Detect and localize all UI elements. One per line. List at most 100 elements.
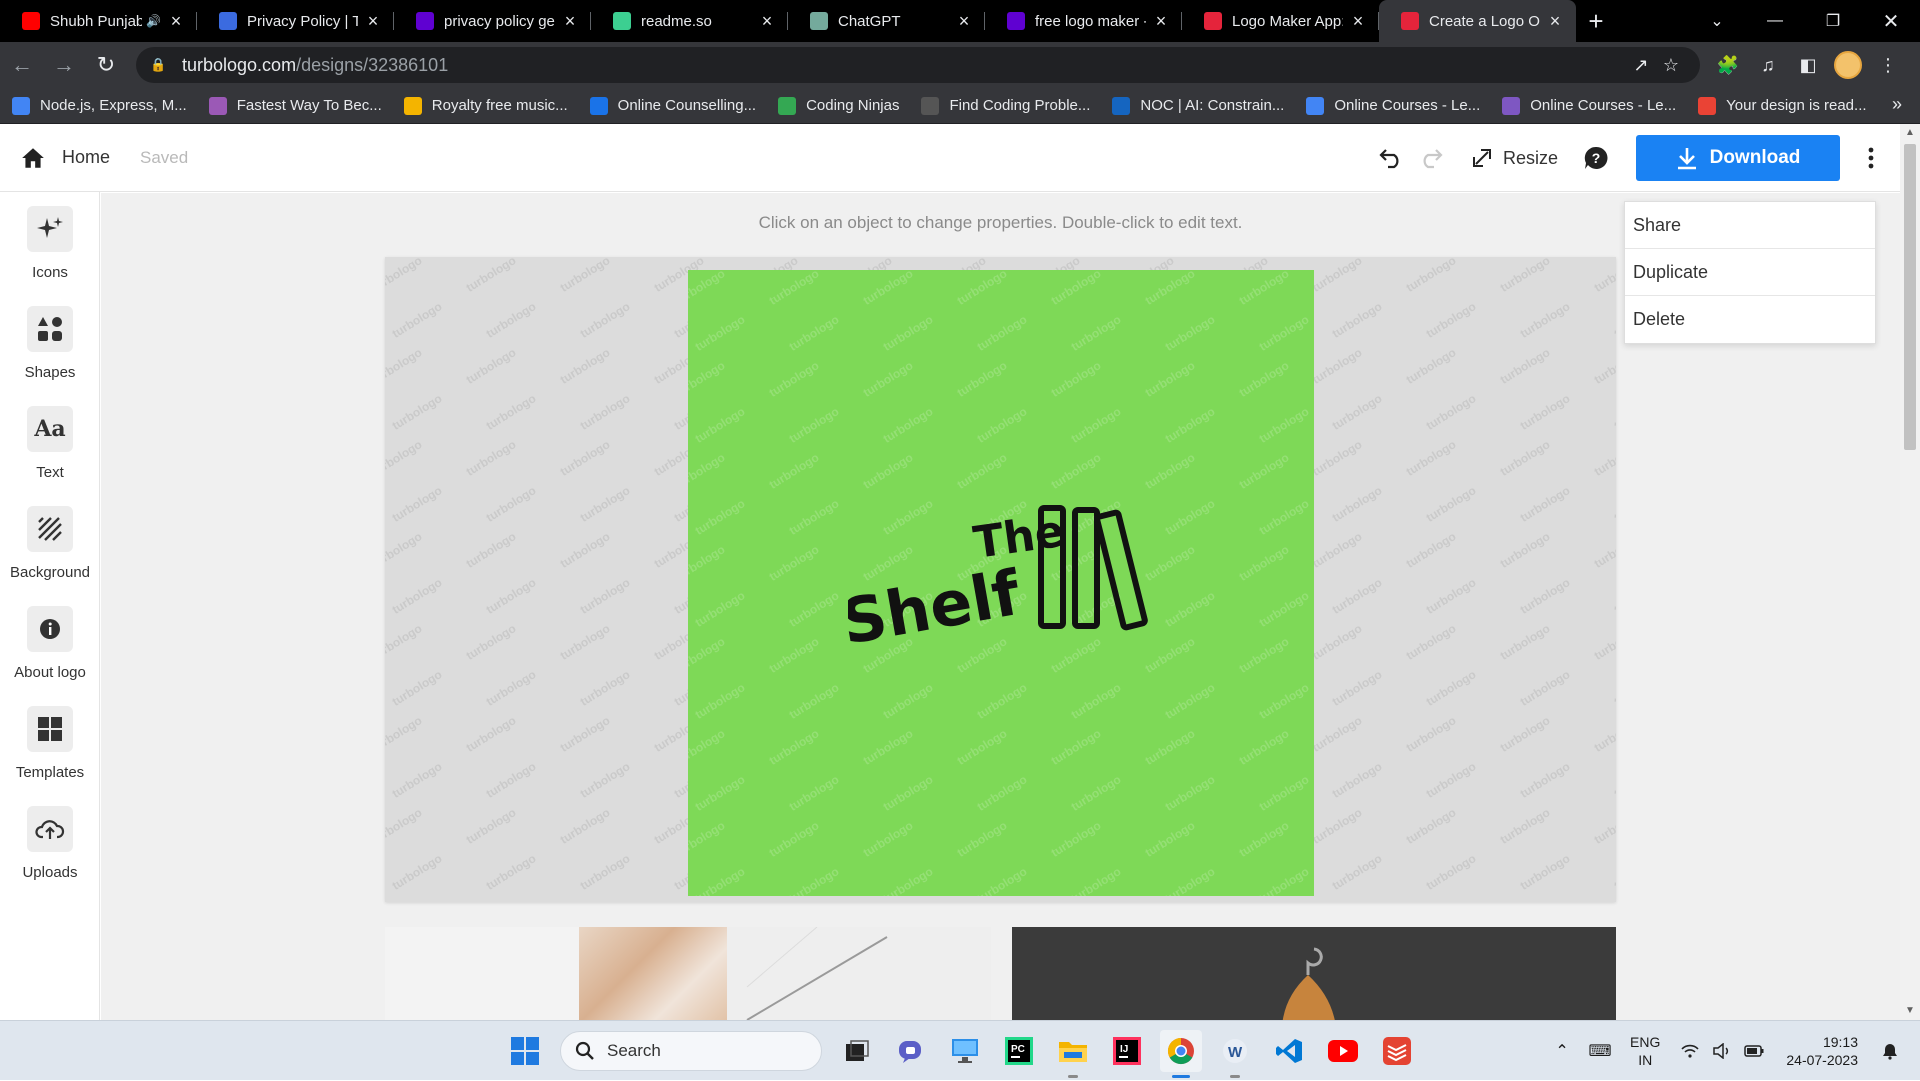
youtube-icon[interactable] <box>1322 1030 1364 1072</box>
url-text[interactable]: turbologo.com/designs/32386101 <box>182 55 1626 76</box>
browser-tab[interactable]: privacy policy ger × <box>394 0 591 42</box>
sidebar-item-shapes[interactable]: Shapes <box>0 306 100 392</box>
scroll-thumb[interactable] <box>1904 144 1916 450</box>
remote-desktop-icon[interactable] <box>944 1030 986 1072</box>
bookmark-item[interactable]: Fastest Way To Bec... <box>208 96 382 115</box>
download-button[interactable]: Download <box>1636 135 1840 181</box>
close-window-button[interactable]: ✕ <box>1862 0 1920 42</box>
bookmark-item[interactable]: Online Courses - Le... <box>1306 96 1480 115</box>
logo-artboard[interactable]: turbologo turbologo turbologo turbologo turb… <box>688 270 1314 896</box>
browser-menu-icon[interactable]: ⋮ <box>1868 45 1908 85</box>
lock-icon[interactable]: 🔒 <box>150 57 166 73</box>
input-language[interactable]: ENG IN <box>1630 1033 1660 1069</box>
logo-graphic[interactable]: The Shelf <box>848 505 1168 665</box>
bookmark-item[interactable]: NOC | AI: Constrain... <box>1112 96 1284 115</box>
undo-icon[interactable] <box>1371 138 1411 178</box>
bookmark-star-icon[interactable]: ☆ <box>1656 55 1686 76</box>
media-control-icon[interactable]: ♫ <box>1748 45 1788 85</box>
browser-tab[interactable]: free logo maker - × <box>985 0 1182 42</box>
browser-tab[interactable]: Logo Maker App: × <box>1182 0 1379 42</box>
template-preview-2[interactable] <box>1012 927 1616 1020</box>
bookmark-item[interactable]: Coding Ninjas <box>778 96 899 115</box>
template-preview-1[interactable] <box>385 927 991 1020</box>
sidebar-item-background[interactable]: Background <box>0 506 100 592</box>
scroll-up-arrow-icon[interactable]: ▲ <box>1900 124 1920 142</box>
watermark-text: turbologo <box>1611 759 1616 801</box>
task-view-icon[interactable] <box>836 1030 878 1072</box>
browser-tab[interactable]: ChatGPT × <box>788 0 985 42</box>
volume-icon[interactable] <box>1706 1043 1738 1059</box>
sidebar-item-templates[interactable]: Templates <box>0 706 100 792</box>
profile-avatar[interactable] <box>1834 51 1862 79</box>
tab-close-icon[interactable]: × <box>1349 11 1367 32</box>
side-panel-icon[interactable]: ◧ <box>1788 45 1828 85</box>
sidebar-item-about-logo[interactable]: About logo <box>0 606 100 692</box>
todoist-icon[interactable] <box>1376 1030 1418 1072</box>
page-scrollbar[interactable]: ▲ ▼ <box>1900 124 1920 1020</box>
battery-icon[interactable] <box>1738 1045 1770 1057</box>
tab-close-icon[interactable]: × <box>758 11 776 32</box>
wifi-icon[interactable] <box>1674 1044 1706 1058</box>
windows-start-icon[interactable] <box>504 1030 546 1072</box>
watermark-text: turbologo <box>954 358 1010 400</box>
address-bar[interactable]: 🔒 turbologo.com/designs/32386101 ↗ ☆ <box>136 47 1700 83</box>
resize-button[interactable]: Resize <box>1471 147 1558 169</box>
browser-tab[interactable]: Privacy Policy | Th × <box>197 0 394 42</box>
teams-chat-icon[interactable] <box>890 1030 932 1072</box>
menu-item-duplicate[interactable]: Duplicate <box>1625 249 1875 296</box>
clock[interactable]: 19:13 24-07-2023 <box>1786 1033 1858 1069</box>
help-icon[interactable]: ? <box>1576 138 1616 178</box>
tab-close-icon[interactable]: × <box>1546 11 1564 32</box>
vscode-icon[interactable] <box>1268 1030 1310 1072</box>
notification-icon[interactable] <box>1874 1042 1906 1060</box>
browser-tab[interactable]: Create a Logo On × <box>1379 0 1576 42</box>
sidebar-item-label: Uploads <box>22 864 78 881</box>
keyboard-icon[interactable]: ⌨ <box>1584 1041 1616 1061</box>
minimize-button[interactable]: — <box>1746 0 1804 42</box>
tab-close-icon[interactable]: × <box>561 11 579 32</box>
word-online-icon[interactable]: W <box>1214 1030 1256 1078</box>
bookmark-item[interactable]: Online Counselling... <box>589 96 756 115</box>
speaker-icon[interactable]: 🔊 <box>146 14 161 28</box>
extensions-icon[interactable]: 🧩 <box>1708 45 1748 85</box>
bookmark-item[interactable]: Royalty free music... <box>403 96 568 115</box>
logo-text-the[interactable]: The <box>970 506 1067 569</box>
chrome-icon[interactable] <box>1160 1030 1202 1078</box>
logo-text-shelf[interactable]: Shelf <box>848 556 1026 659</box>
reload-button[interactable]: ↻ <box>86 45 126 85</box>
file-explorer-icon[interactable] <box>1052 1030 1094 1078</box>
canvas-board[interactable]: turbologo turbologo turbologo turbologo turb… <box>385 257 1616 902</box>
home-icon[interactable] <box>20 145 46 171</box>
menu-item-delete[interactable]: Delete <box>1625 296 1875 343</box>
browser-tab[interactable]: readme.so × <box>591 0 788 42</box>
sidebar-item-text[interactable]: Aa Text <box>0 406 100 492</box>
restore-button[interactable]: ❐ <box>1804 0 1862 42</box>
tab-search-icon[interactable]: ⌄ <box>1688 0 1746 42</box>
chevron-up-icon[interactable]: ⌃ <box>1546 1041 1578 1061</box>
sidebar-item-icons[interactable]: Icons <box>0 206 100 292</box>
sidebar-item-uploads[interactable]: Uploads <box>0 806 100 892</box>
tab-close-icon[interactable]: × <box>364 11 382 32</box>
forward-button[interactable]: → <box>44 45 84 85</box>
tab-close-icon[interactable]: × <box>955 11 973 32</box>
bookmark-item[interactable]: Node.js, Express, M... <box>12 96 187 115</box>
scroll-down-arrow-icon[interactable]: ▼ <box>1900 1002 1920 1020</box>
tab-close-icon[interactable]: × <box>167 11 185 32</box>
bookmark-item[interactable]: Online Courses - Le... <box>1502 96 1676 115</box>
intellij-icon[interactable]: IJ <box>1106 1030 1148 1072</box>
watermark-text: turbologo <box>688 358 728 400</box>
bookmark-item[interactable]: Find Coding Proble... <box>921 96 1090 115</box>
bookmarks-overflow-icon[interactable]: » <box>1892 94 1902 115</box>
browser-tab[interactable]: Shubh Punjabi 🔊 × <box>0 0 197 42</box>
bookmark-item[interactable]: Your design is read... <box>1698 96 1867 115</box>
pycharm-icon[interactable]: PC <box>998 1030 1040 1072</box>
back-button[interactable]: ← <box>2 45 42 85</box>
taskbar-search[interactable]: Search <box>560 1031 822 1071</box>
share-page-icon[interactable]: ↗ <box>1626 55 1656 76</box>
home-link[interactable]: Home <box>62 147 110 168</box>
new-tab-button[interactable]: + <box>1576 0 1616 42</box>
tab-close-icon[interactable]: × <box>1152 11 1170 32</box>
more-options-icon[interactable] <box>1850 147 1892 169</box>
menu-item-share[interactable]: Share <box>1625 202 1875 249</box>
redo-icon[interactable] <box>1411 138 1451 178</box>
